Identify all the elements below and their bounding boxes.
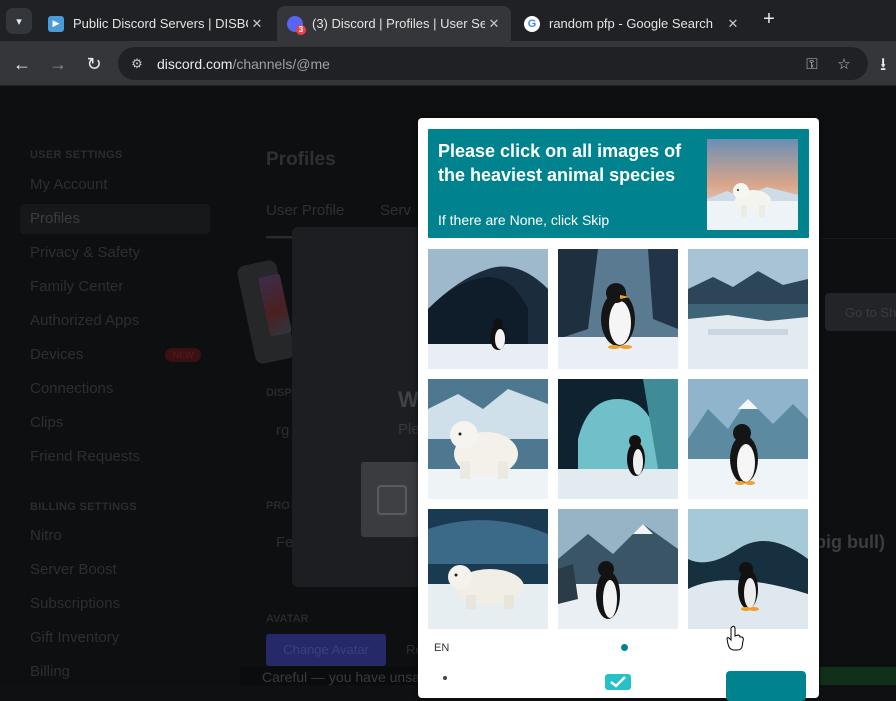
sidebar-item-devices[interactable]: Devices (30, 346, 83, 363)
user-settings-header: USER SETTINGS (30, 149, 123, 161)
browser-tabstrip: ▾ ▶ Public Discord Servers | DISBOARD ✕ … (0, 0, 896, 41)
sidebar-item-subscriptions[interactable]: Subscriptions (30, 595, 120, 612)
new-badge: NEW (165, 348, 201, 362)
sidebar-item-profiles[interactable]: Profiles (20, 204, 210, 234)
prompt-skip-hint: If there are None, click Skip (438, 212, 610, 228)
sidebar-item-friend-requests[interactable]: Friend Requests (30, 448, 140, 465)
challenge-image-3[interactable] (688, 249, 808, 369)
avatar-label: AVATAR (266, 613, 309, 625)
reload-icon[interactable]: ↻ (82, 52, 106, 76)
profile-status-text: big bull) (815, 532, 885, 552)
site-info-icon[interactable]: ⚙ (128, 55, 146, 73)
penguin-glacier-image (558, 379, 678, 499)
sidebar-item-server-boost[interactable]: Server Boost (30, 561, 117, 578)
challenge-image-6[interactable] (688, 379, 808, 499)
language-selector[interactable]: EN (434, 642, 449, 654)
polar-bear-walking-image (428, 509, 548, 629)
challenge-image-7[interactable] (428, 509, 548, 629)
url-path: /channels/@me (232, 56, 330, 72)
back-icon[interactable]: ← (10, 52, 34, 76)
penguin-ice-arch-image (688, 509, 808, 629)
download-icon[interactable]: ⭳ (880, 52, 886, 82)
pronouns-value[interactable]: Fe (276, 534, 294, 551)
tab-disboard[interactable]: ▶ Public Discord Servers | DISBOARD ✕ (38, 6, 274, 41)
challenge-image-5[interactable] (558, 379, 678, 499)
challenge-image-1[interactable] (428, 249, 548, 369)
go-to-shop-button[interactable]: Go to Sh (825, 293, 896, 331)
sidebar-item-connections[interactable]: Connections (30, 380, 113, 397)
close-tab-icon[interactable]: ✕ (248, 16, 266, 32)
prompt-text: Please click on all images of the heavie… (438, 141, 682, 185)
penguin-close-image (558, 249, 678, 369)
tab-discord-profiles[interactable]: 3 (3) Discord | Profiles | User Settings… (277, 6, 511, 41)
unsaved-changes-banner: Careful — you have unsaved changes! (240, 667, 420, 685)
google-icon: G (524, 15, 540, 32)
sidebar-item-family-center[interactable]: Family Center (30, 278, 123, 295)
disboard-icon: ▶ (48, 15, 64, 32)
save-changes-button[interactable] (820, 667, 896, 685)
penguin-rocks-image (558, 509, 678, 629)
sidebar-item-billing[interactable]: Billing (30, 663, 70, 680)
menu-dot[interactable] (443, 676, 447, 680)
new-tab-button[interactable]: + (758, 8, 780, 30)
notification-badge: 3 (296, 24, 306, 35)
sidebar-item-authorized-apps[interactable]: Authorized Apps (30, 312, 139, 329)
tab-search-button[interactable]: ▾ (6, 8, 32, 34)
display-name-label: DISP (266, 387, 292, 399)
tab-google-search[interactable]: G random pfp - Google Search ✕ (514, 6, 750, 41)
forward-icon[interactable]: → (46, 52, 70, 76)
sidebar-item-gift-inventory[interactable]: Gift Inventory (30, 629, 119, 646)
tab-title: (3) Discord | Profiles | User Settings (312, 16, 485, 31)
sidebar-item-privacy[interactable]: Privacy & Safety (30, 244, 140, 261)
skip-button[interactable] (726, 671, 806, 701)
challenge-prompt: Please click on all images of the heavie… (428, 129, 809, 238)
url-domain: discord.com (157, 56, 233, 72)
discord-icon: 3 (287, 15, 306, 35)
address-bar[interactable]: ⚙ discord.com/channels/@me ⚿ ☆ (118, 47, 868, 80)
key-icon[interactable]: ⚿ (802, 54, 822, 74)
hcaptcha-challenge: Please click on all images of the heavie… (418, 118, 819, 701)
tab-server-profiles[interactable]: Serv (380, 202, 411, 219)
penguin-ice-cave-image (428, 249, 548, 369)
sample-polar-bear-image (707, 139, 798, 230)
sidebar-item-nitro[interactable]: Nitro (30, 527, 62, 544)
display-name-value[interactable]: rg (276, 422, 289, 439)
page-title: Profiles (266, 149, 336, 170)
tab-title: Public Discord Servers | DISBOARD (73, 16, 248, 31)
hcaptcha-checkbox[interactable] (377, 485, 407, 515)
change-avatar-button[interactable]: Change Avatar (266, 634, 386, 666)
progress-dot (621, 644, 628, 651)
arctic-landscape-image (688, 249, 808, 369)
modal-heading: W (398, 387, 419, 412)
close-tab-icon[interactable]: ✕ (485, 16, 503, 32)
browser-toolbar: ← → ↻ ⚙ discord.com/channels/@me ⚿ ☆ ⭳ (0, 41, 896, 86)
pronouns-label: PRO (266, 500, 290, 512)
challenge-image-2[interactable] (558, 249, 678, 369)
challenge-image-9[interactable] (688, 509, 808, 629)
modal-subtext: Ple (398, 421, 420, 438)
sidebar-item-clips[interactable]: Clips (30, 414, 63, 431)
challenge-image-4[interactable] (428, 379, 548, 499)
penguin-mountains-image (688, 379, 808, 499)
bookmark-star-icon[interactable]: ☆ (834, 54, 854, 74)
hcaptcha-logo-icon (605, 674, 631, 690)
close-tab-icon[interactable]: ✕ (724, 16, 742, 32)
hand-cursor-icon (726, 625, 744, 651)
billing-settings-header: BILLING SETTINGS (30, 501, 137, 513)
url-text[interactable]: discord.com/channels/@me (157, 56, 330, 72)
polar-bear-cub-image (428, 379, 548, 499)
tab-title: random pfp - Google Search (549, 16, 714, 31)
sidebar-item-my-account[interactable]: My Account (30, 176, 108, 193)
challenge-image-8[interactable] (558, 509, 678, 629)
tab-user-profile[interactable]: User Profile (266, 202, 344, 219)
